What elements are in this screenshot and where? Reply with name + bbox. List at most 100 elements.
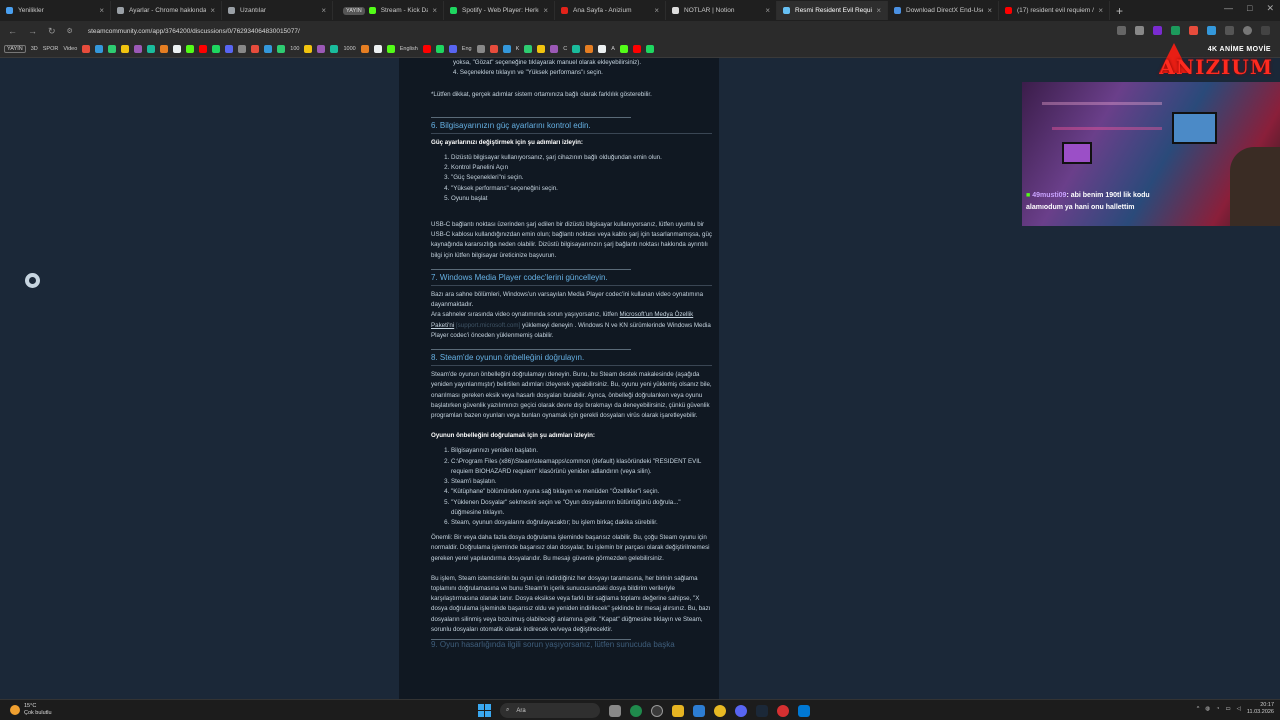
forward-icon[interactable]: → <box>28 26 37 36</box>
bookmark-favicon-icon[interactable] <box>121 45 130 53</box>
xbox-icon[interactable] <box>630 704 642 717</box>
close-tab-icon[interactable]: × <box>1098 6 1103 15</box>
browser-tab[interactable]: Uzantılar × <box>222 1 333 20</box>
bookmark-favicon-icon[interactable] <box>572 45 581 53</box>
obs-icon[interactable] <box>651 704 663 717</box>
close-icon[interactable]: ✕ <box>1266 3 1274 14</box>
close-tab-icon[interactable]: × <box>987 6 992 15</box>
back-icon[interactable]: ← <box>8 26 17 36</box>
chrome-icon[interactable] <box>714 704 726 717</box>
close-tab-icon[interactable]: × <box>210 6 215 15</box>
bookmark-favicon-icon[interactable] <box>476 45 485 53</box>
bookmark-favicon-icon[interactable] <box>619 45 628 53</box>
bookmark-favicon-icon[interactable] <box>537 45 546 53</box>
browser-tab[interactable]: (17) resident evil requiem / … × <box>999 1 1110 20</box>
bookmark-favicon-icon[interactable] <box>160 45 169 53</box>
minimize-icon[interactable]: — <box>1224 3 1233 14</box>
bookmark-favicon-icon[interactable] <box>277 45 286 53</box>
bookmark-favicon-icon[interactable] <box>108 45 117 53</box>
bookmark-item[interactable]: SPOR <box>43 46 59 52</box>
extension-icon[interactable] <box>1189 26 1198 35</box>
bookmark-favicon-icon[interactable] <box>317 45 326 53</box>
site-info-icon[interactable]: ⚙ <box>67 27 73 35</box>
chevron-up-icon[interactable]: ^ <box>1197 706 1200 712</box>
bookmark-favicon-icon[interactable] <box>225 45 234 53</box>
close-tab-icon[interactable]: × <box>765 6 770 15</box>
discord-icon[interactable] <box>735 704 747 717</box>
bookmark-item[interactable]: English <box>400 46 418 52</box>
bookmark-favicon-icon[interactable] <box>264 45 273 53</box>
bookmark-favicon-icon[interactable] <box>304 45 313 53</box>
profile-avatar[interactable] <box>1243 26 1252 35</box>
bookmark-favicon-icon[interactable] <box>82 45 91 53</box>
bookmark-item[interactable]: 1000 <box>343 46 355 52</box>
steam-taskbar-icon[interactable] <box>756 704 768 717</box>
bookmark-favicon-icon[interactable] <box>251 45 260 53</box>
defender-icon[interactable] <box>798 704 810 717</box>
url-field[interactable]: steamcommunity.com/app/3764200/discussio… <box>88 28 300 35</box>
windows-start-icon[interactable] <box>478 704 491 717</box>
puzzle-icon[interactable] <box>1225 26 1234 35</box>
bookmark-favicon-icon[interactable] <box>386 45 395 53</box>
reload-icon[interactable]: ↻ <box>48 26 56 37</box>
close-tab-icon[interactable]: × <box>876 6 881 15</box>
close-tab-icon[interactable]: × <box>654 6 659 15</box>
bookmark-favicon-icon[interactable] <box>632 45 641 53</box>
bookmark-favicon-icon[interactable] <box>212 45 221 53</box>
bookmark-item[interactable]: 3D <box>31 46 38 52</box>
bookmark-item[interactable]: Eng <box>462 46 472 52</box>
browser-tab[interactable]: Spotify - Web Player: Herkes × <box>444 1 555 20</box>
close-tab-icon[interactable]: × <box>432 6 437 15</box>
app-icon[interactable] <box>777 704 789 717</box>
bookmark-favicon-icon[interactable] <box>199 45 208 53</box>
volume-icon[interactable]: ◁ <box>1237 706 1241 712</box>
battery-icon[interactable]: ▭ <box>1225 706 1230 712</box>
bookmark-favicon-icon[interactable] <box>134 45 143 53</box>
bookmark-item[interactable]: Video <box>63 46 77 52</box>
browser-tab[interactable]: Download DirectX End-User × <box>888 1 999 20</box>
browser-tab[interactable]: Yenilikler × <box>0 1 111 20</box>
browser-tab[interactable]: NOTLAR | Notion × <box>666 1 777 20</box>
bookmark-favicon-icon[interactable] <box>422 45 431 53</box>
bookmark-favicon-icon[interactable] <box>360 45 369 53</box>
bookmark-favicon-icon[interactable] <box>238 45 247 53</box>
bookmark-item[interactable]: C <box>563 46 567 52</box>
bookmark-favicon-icon[interactable] <box>95 45 104 53</box>
bookmark-favicon-icon[interactable] <box>489 45 498 53</box>
close-tab-icon[interactable]: × <box>543 6 548 15</box>
extension-icon[interactable] <box>1207 26 1216 35</box>
translate-icon[interactable] <box>1117 26 1126 35</box>
close-tab-icon[interactable]: × <box>99 6 104 15</box>
bookmark-favicon-icon[interactable] <box>373 45 382 53</box>
bookmark-favicon-icon[interactable] <box>550 45 559 53</box>
bookmark-favicon-icon[interactable] <box>585 45 594 53</box>
network-icon[interactable]: ◍ <box>1205 706 1210 712</box>
browser-tab[interactable]: Resmi Resident Evil Requiem × <box>777 1 888 20</box>
extension-icon[interactable] <box>1171 26 1180 35</box>
bookmark-item[interactable]: K <box>516 46 520 52</box>
extension-icon[interactable] <box>1153 26 1162 35</box>
bookmark-favicon-icon[interactable] <box>524 45 533 53</box>
bookmark-favicon-icon[interactable] <box>330 45 339 53</box>
bookmark-favicon-icon[interactable] <box>147 45 156 53</box>
calendar-icon[interactable] <box>693 704 705 717</box>
tab-group-label[interactable]: YAYIN <box>343 6 365 15</box>
browser-tab[interactable]: Ayarlar - Chrome hakkında × <box>111 1 222 20</box>
bookmark-favicon-icon[interactable] <box>448 45 457 53</box>
browser-tab[interactable]: Ana Sayfa - Anizium × <box>555 1 666 20</box>
taskbar-search[interactable]: ⌕ Ara <box>500 703 600 718</box>
bookmark-favicon-icon[interactable] <box>435 45 444 53</box>
bookmark-star-icon[interactable] <box>1135 26 1144 35</box>
bookmark-item[interactable]: A <box>611 46 615 52</box>
close-tab-icon[interactable]: × <box>321 6 326 15</box>
browser-tab[interactable]: YAYIN Stream - Kick Dashboard× <box>333 1 444 20</box>
wifi-icon[interactable]: ◔ <box>1216 706 1219 712</box>
clock[interactable]: 20:17 11.03.2026 <box>1247 702 1274 716</box>
bookmark-item[interactable]: 100 <box>290 46 299 52</box>
bookmark-favicon-icon[interactable] <box>186 45 195 53</box>
task-view-icon[interactable] <box>609 704 621 717</box>
weather-widget[interactable]: 15°C Çok bulutlu <box>10 703 52 717</box>
new-tab-icon[interactable]: + <box>1116 4 1123 18</box>
bookmark-favicon-icon[interactable] <box>173 45 182 53</box>
maximize-icon[interactable]: □ <box>1247 3 1252 14</box>
